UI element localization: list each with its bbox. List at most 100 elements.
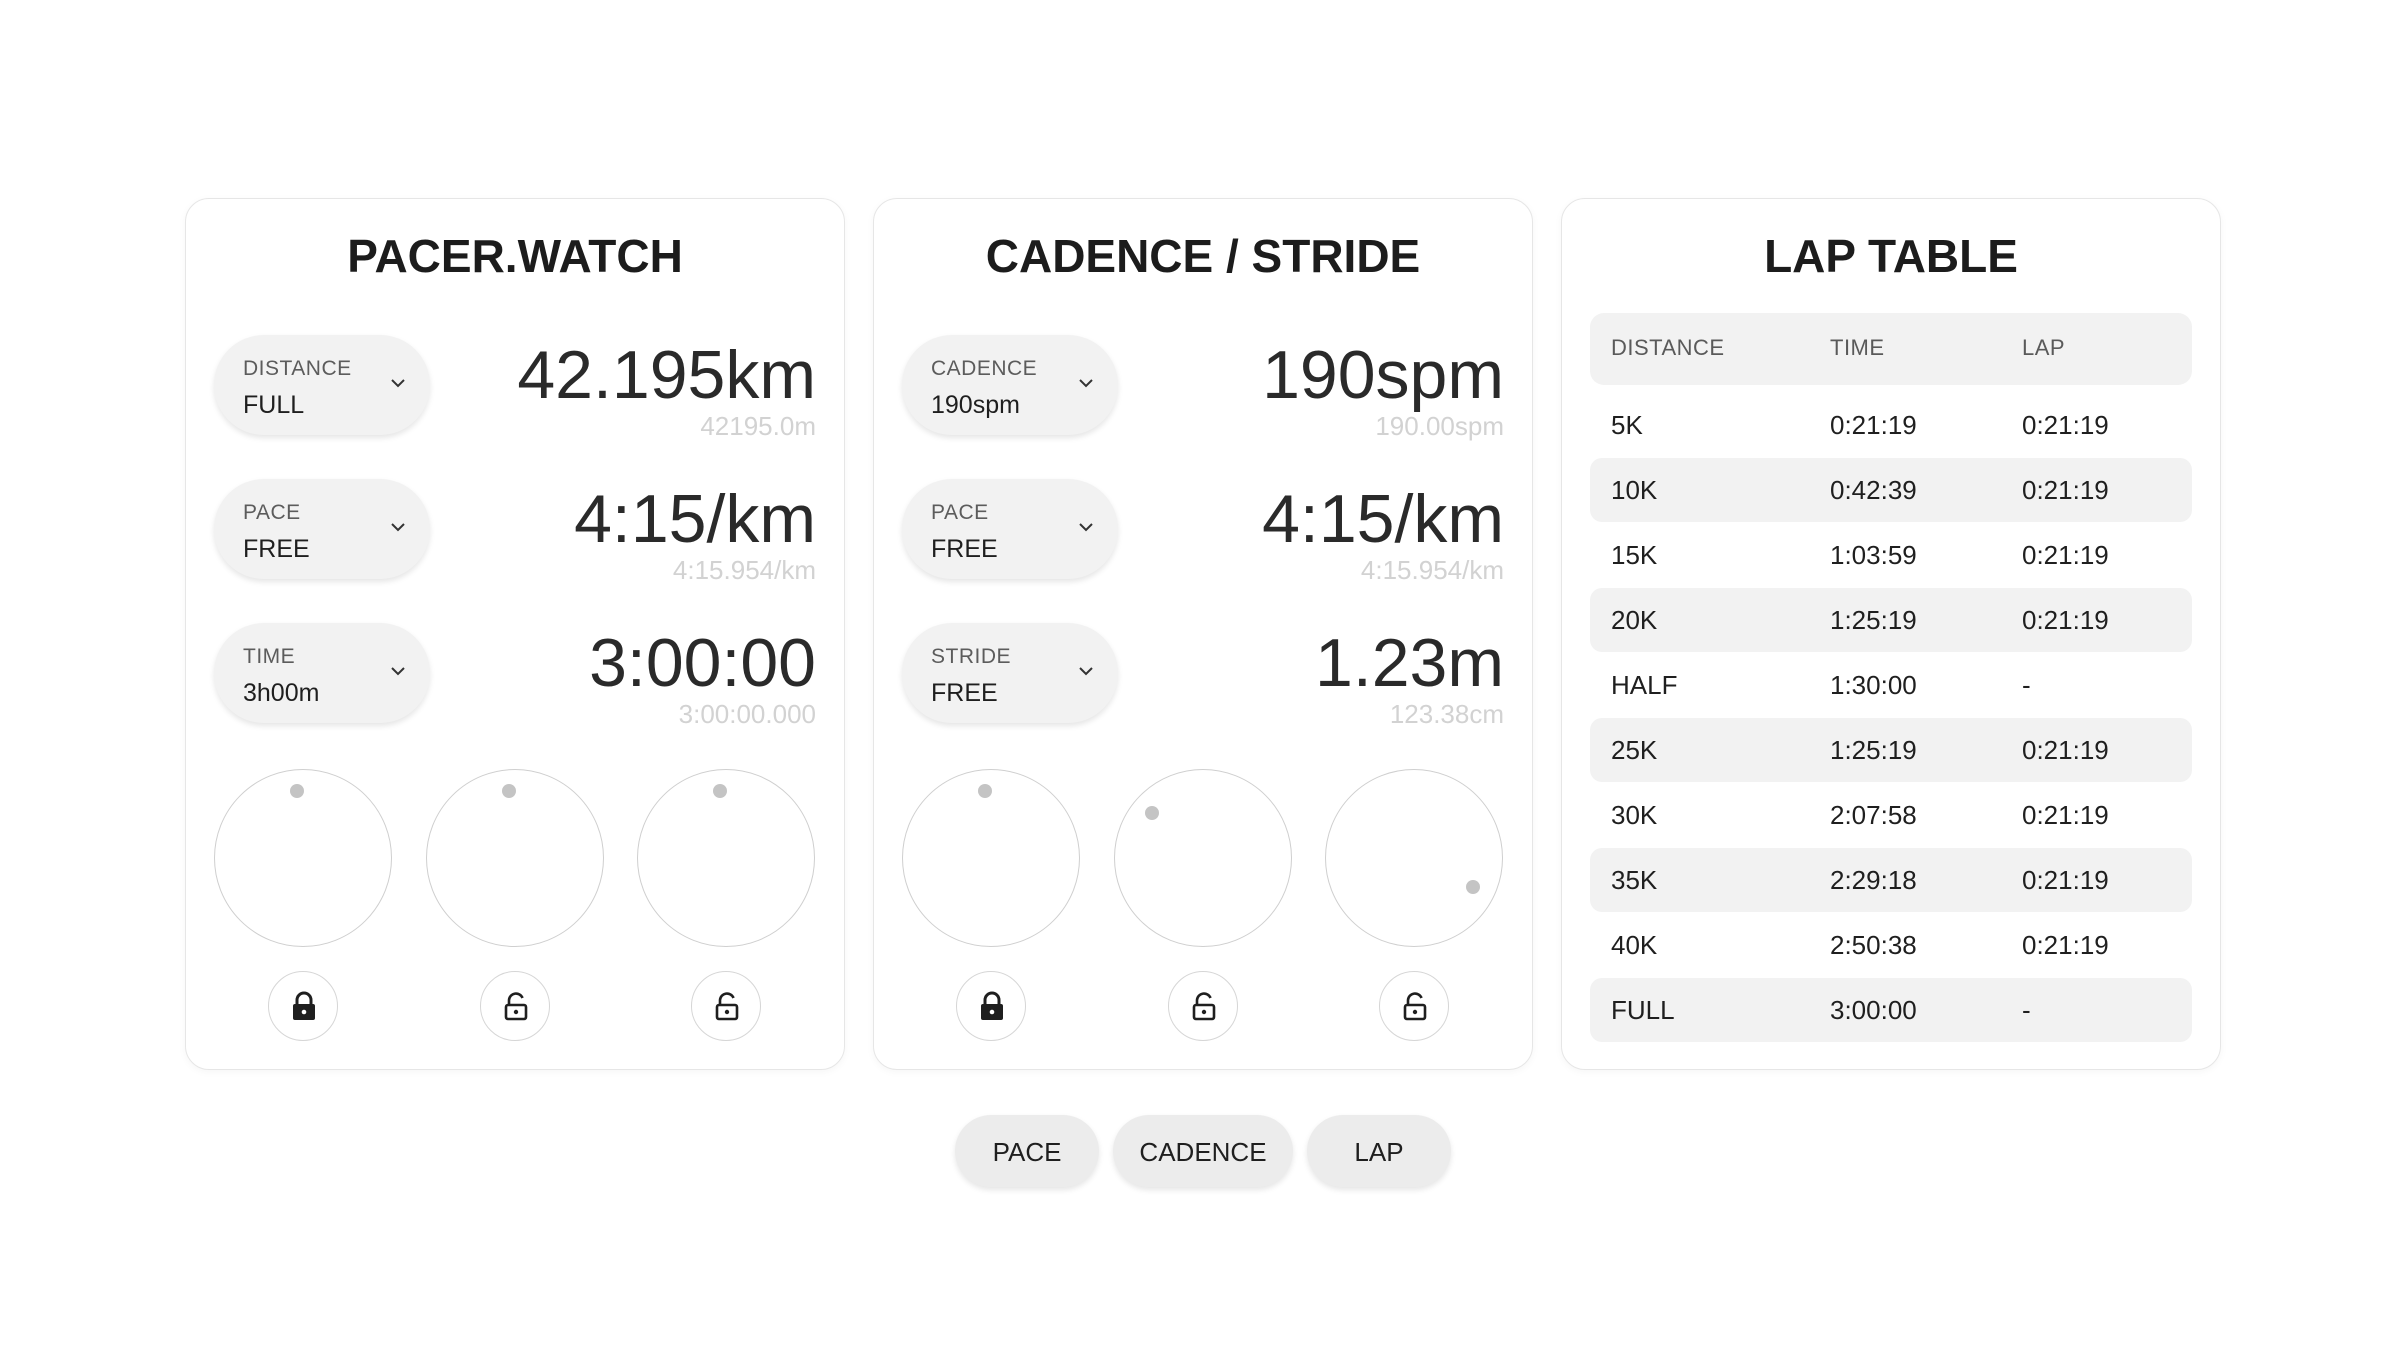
column-header-time: TIME <box>1830 335 1885 360</box>
unlock-icon <box>1403 992 1427 1021</box>
cell-time: 1:30:00 <box>1830 670 1917 700</box>
table-row: 20K 1:25:19 0:21:19 <box>1590 588 2192 652</box>
distance-select[interactable]: DISTANCE FULL <box>214 335 430 435</box>
table-row: HALF 1:30:00 - <box>1590 653 2192 717</box>
stride-dial[interactable] <box>1325 769 1503 947</box>
pace-detail: 4:15.954/km <box>672 555 816 585</box>
time-select-value: 3h00m <box>243 679 320 707</box>
tab-pace[interactable]: PACE <box>955 1115 1099 1187</box>
table-row: 35K 2:29:18 0:21:19 <box>1590 848 2192 912</box>
table-row: 40K 2:50:38 0:21:19 <box>1590 913 2192 977</box>
dial-indicator <box>290 784 304 798</box>
cell-lap: 0:21:19 <box>2022 410 2109 440</box>
dial-indicator <box>713 784 727 798</box>
cell-lap: 0:21:19 <box>2022 540 2109 570</box>
view-tabs: PACE CADENCE LAP <box>0 1115 2400 1187</box>
lock-icon <box>293 991 315 1020</box>
pace-row: PACE FREE 4:15/km 4:15.954/km <box>902 479 1504 585</box>
cell-distance: 20K <box>1611 605 1658 635</box>
cell-distance: FULL <box>1611 995 1675 1025</box>
stride-row: STRIDE FREE 1.23m 123.38cm <box>902 623 1504 729</box>
pace-row: PACE FREE 4:15/km 4:15.954/km <box>214 479 816 585</box>
cell-distance: 35K <box>1611 865 1658 895</box>
stride-lock-button[interactable] <box>1379 971 1449 1041</box>
cell-time: 3:00:00 <box>1830 995 1917 1025</box>
pace-select-value: FREE <box>931 535 998 563</box>
stride-select-label: STRIDE <box>931 645 1012 668</box>
pace-lock-button[interactable] <box>1168 971 1238 1041</box>
distance-row: DISTANCE FULL 42.195km 42195.0m <box>214 335 816 441</box>
time-detail: 3:00:00.000 <box>678 699 816 729</box>
cell-distance: 10K <box>1611 475 1658 505</box>
pace-select[interactable]: PACE FREE <box>902 479 1118 579</box>
lock-icon <box>981 991 1003 1020</box>
cell-lap: 0:21:19 <box>2022 735 2109 765</box>
pace-select-label: PACE <box>931 501 989 524</box>
column-header-lap: LAP <box>2022 335 2066 360</box>
chevron-down-icon <box>391 667 405 676</box>
cadence-select-value: 190spm <box>931 391 1020 419</box>
pace-dial[interactable] <box>1114 769 1292 947</box>
pace-select-value: FREE <box>243 535 310 563</box>
chevron-down-icon <box>391 523 405 532</box>
unlock-icon <box>504 992 528 1021</box>
stride-value: 1.23m <box>1315 625 1504 701</box>
pacer-watch-card: PACER.WATCH DISTANCE FULL 42.195km 42195… <box>185 198 845 1070</box>
stride-detail: 123.38cm <box>1389 699 1504 729</box>
cell-time: 0:42:39 <box>1830 475 1917 505</box>
time-select-label: TIME <box>243 645 296 668</box>
table-row: 25K 1:25:19 0:21:19 <box>1590 718 2192 782</box>
stride-select-value: FREE <box>931 679 998 707</box>
time-value: 3:00:00 <box>589 625 816 701</box>
cadence-dial[interactable] <box>902 769 1080 947</box>
cell-lap: 0:21:19 <box>2022 930 2109 960</box>
dial-indicator <box>1145 806 1159 820</box>
unlock-icon <box>1192 992 1216 1021</box>
chevron-down-icon <box>1079 667 1093 676</box>
lap-table-card: LAP TABLE DISTANCE TIME LAP 5K 0:21:19 0:2… <box>1561 198 2221 1070</box>
time-dial[interactable] <box>637 769 815 947</box>
time-row: TIME 3h00m 3:00:00 3:00:00.000 <box>214 623 816 729</box>
cadence-detail: 190.00spm <box>1375 411 1504 441</box>
chevron-down-icon <box>391 379 405 388</box>
cell-distance: HALF <box>1611 670 1678 700</box>
dial-indicator <box>502 784 516 798</box>
cell-time: 2:29:18 <box>1830 865 1917 895</box>
unlock-icon <box>715 992 739 1021</box>
cadence-value: 190spm <box>1262 337 1504 413</box>
distance-select-label: DISTANCE <box>243 357 352 380</box>
pace-value: 4:15/km <box>574 481 816 557</box>
pace-select[interactable]: PACE FREE <box>214 479 430 579</box>
cell-lap: - <box>2022 995 2031 1025</box>
time-lock-button[interactable] <box>691 971 761 1041</box>
table-row: 10K 0:42:39 0:21:19 <box>1590 458 2192 522</box>
cell-lap: 0:21:19 <box>2022 605 2109 635</box>
cell-distance: 15K <box>1611 540 1658 570</box>
cadence-stride-card: CADENCE / STRIDE CADENCE 190spm 190spm 1… <box>873 198 1533 1070</box>
cell-time: 1:25:19 <box>1830 735 1917 765</box>
cell-distance: 5K <box>1611 410 1643 440</box>
cell-distance: 30K <box>1611 800 1658 830</box>
pace-detail: 4:15.954/km <box>1360 555 1504 585</box>
cadence-select[interactable]: CADENCE 190spm <box>902 335 1118 435</box>
pace-lock-button[interactable] <box>480 971 550 1041</box>
distance-dial[interactable] <box>214 769 392 947</box>
table-row: 15K 1:03:59 0:21:19 <box>1590 523 2192 587</box>
cell-lap: 0:21:19 <box>2022 800 2109 830</box>
time-select[interactable]: TIME 3h00m <box>214 623 430 723</box>
cadence-lock-button[interactable] <box>956 971 1026 1041</box>
cell-time: 1:25:19 <box>1830 605 1917 635</box>
chevron-down-icon <box>1079 523 1093 532</box>
stride-select[interactable]: STRIDE FREE <box>902 623 1118 723</box>
tab-lap[interactable]: LAP <box>1307 1115 1451 1187</box>
tab-cadence[interactable]: CADENCE <box>1113 1115 1293 1187</box>
table-row: 30K 2:07:58 0:21:19 <box>1590 783 2192 847</box>
distance-lock-button[interactable] <box>268 971 338 1041</box>
cell-distance: 25K <box>1611 735 1658 765</box>
cell-lap: 0:21:19 <box>2022 865 2109 895</box>
distance-value: 42.195km <box>517 337 816 413</box>
pace-value: 4:15/km <box>1262 481 1504 557</box>
pace-dial[interactable] <box>426 769 604 947</box>
cell-distance: 40K <box>1611 930 1658 960</box>
dial-indicator <box>978 784 992 798</box>
